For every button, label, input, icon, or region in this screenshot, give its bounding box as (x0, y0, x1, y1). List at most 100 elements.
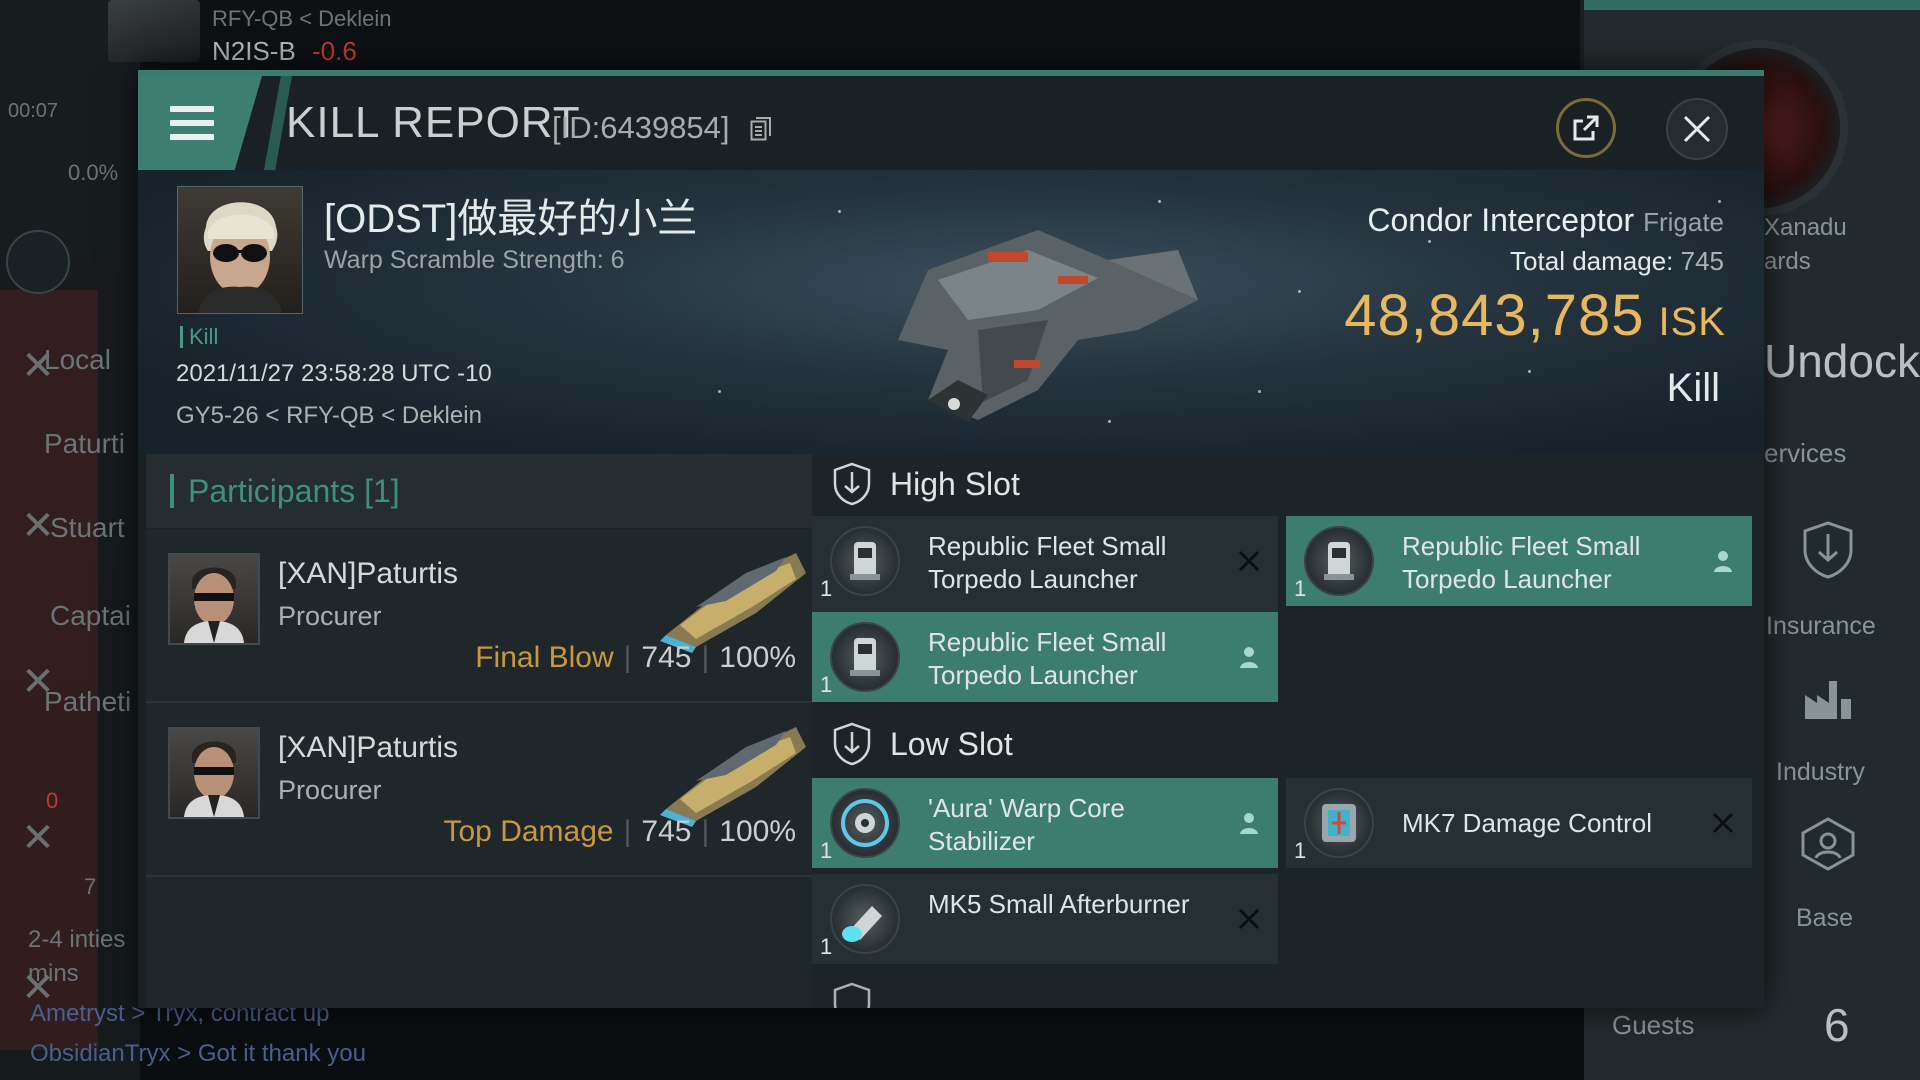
kill-location[interactable]: GY5-26 < RFY-QB < Deklein (176, 402, 482, 430)
participant-name[interactable]: [XAN]Paturtis (278, 731, 458, 765)
undock-button[interactable]: Undock (1764, 334, 1920, 388)
destroyed-icon (1234, 546, 1264, 576)
kill-timestamp: 2021/11/27 23:58:28 UTC -10 (176, 360, 492, 387)
close-icon: ✕ (21, 344, 55, 388)
low-slot-icon (833, 722, 871, 766)
isk-unit: ISK (1658, 300, 1726, 344)
dropped-person-icon (1234, 642, 1264, 672)
kill-tag: Kill (180, 326, 218, 348)
participant-damage: 745 (641, 641, 692, 674)
module-quantity: 1 (820, 838, 833, 863)
top-damage-tag: Top Damage (443, 815, 614, 848)
total-damage-value: 745 (1680, 246, 1724, 276)
victim-ship-render (778, 190, 1238, 450)
participant-portrait[interactable] (168, 727, 260, 819)
industry-button[interactable]: Industry (1776, 758, 1865, 787)
station-name: Xanadu (1764, 214, 1847, 241)
local-item-1: Paturti (44, 428, 125, 459)
insurance-button[interactable]: Insurance (1766, 612, 1876, 641)
location-pin-icon[interactable] (6, 230, 70, 294)
module-name: Republic Fleet Small Torpedo Launcher (928, 531, 1167, 594)
participant-row[interactable]: [XAN]Paturtis Procurer Top Damage | 745 | 10… (146, 703, 812, 877)
warp-core-stabilizer-icon (830, 788, 900, 858)
kill-report-window: KILL REPORT [ID:6439854] [ODST]做最好的小兰 Wa… (138, 70, 1764, 1008)
participants-panel: Participants [1] [XAN]Paturtis Procurer (146, 454, 812, 1008)
status-line-1: 2-4 inties (28, 926, 126, 953)
victim-header: [ODST]做最好的小兰 Warp Scramble Strength: 6 K… (138, 170, 1764, 454)
window-title: KILL REPORT (286, 98, 581, 147)
participant-percent: 100% (719, 815, 796, 848)
module-name: MK7 Damage Control (1402, 808, 1652, 838)
copy-icon[interactable] (750, 116, 772, 142)
participant-ship: Procurer (278, 601, 382, 631)
mid-slot-icon (833, 982, 871, 1008)
torpedo-launcher-icon (830, 622, 900, 692)
participant-stats: Top Damage | 745 | 100% (443, 815, 797, 848)
participant-row[interactable]: [XAN]Paturtis Procurer Final Blow | 745 | 10… (146, 529, 812, 703)
module-quantity: 1 (1294, 838, 1307, 863)
fitting-module[interactable]: 1 Republic Fleet Small Torpedo Launcher (1286, 516, 1752, 606)
fitting-module[interactable]: 1 MK5 Small Afterburner (812, 874, 1278, 964)
menu-button[interactable] (138, 76, 262, 170)
isk-value: 48,843,785 ISK (1344, 282, 1726, 349)
close-button[interactable] (1666, 98, 1728, 160)
game-clock: 00:07 (8, 100, 59, 122)
participant-damage: 745 (641, 815, 692, 848)
participant-percent: 100% (719, 641, 796, 674)
module-name: Republic Fleet Small Torpedo Launcher (1402, 531, 1641, 594)
total-damage: Total damage: 745 (1510, 246, 1724, 277)
current-system: N2IS-B (212, 36, 296, 66)
module-quantity: 1 (820, 576, 833, 601)
victim-name[interactable]: [ODST]做最好的小兰 (324, 186, 697, 244)
low-slot-header: Low Slot (832, 714, 1013, 774)
local-item-2: Stuart (50, 512, 125, 543)
neutral-count: 7 (84, 874, 97, 899)
participant-portrait[interactable] (168, 553, 260, 645)
factory-icon[interactable] (1798, 668, 1858, 728)
destroyed-icon (1708, 808, 1738, 838)
player-avatar[interactable] (108, 0, 200, 62)
high-slot-icon (833, 462, 871, 506)
participant-ship-render (656, 717, 806, 827)
dropped-person-icon (1234, 808, 1264, 838)
title-bar: KILL REPORT [ID:6439854] (138, 70, 1764, 170)
report-id: [ID:6439854] (552, 110, 730, 145)
fitting-module[interactable]: 1 Republic Fleet Small Torpedo Launcher (812, 516, 1278, 606)
module-name: Republic Fleet Small Torpedo Launcher (928, 627, 1167, 690)
participants-header: Participants [1] (146, 454, 812, 529)
chat-author[interactable]: ObsidianTryx (30, 1040, 170, 1067)
close-icon: ✕ (21, 816, 55, 860)
module-quantity: 1 (820, 934, 833, 959)
low-slot-label: Low Slot (890, 725, 1013, 762)
module-quantity: 1 (1294, 576, 1307, 601)
close-icon: ✕ (21, 504, 55, 548)
fitting-panel: High Slot 1 Republic Fleet Small Torpedo… (812, 454, 1764, 1008)
isk-amount: 48,843,785 (1344, 283, 1645, 348)
base-icon[interactable] (1798, 814, 1858, 874)
hostile-count: 0 (46, 788, 59, 813)
module-name: 'Aura' Warp Core Stabilizer (928, 793, 1125, 856)
fitting-module[interactable]: 1 'Aura' Warp Core Stabilizer (812, 778, 1278, 868)
chat-line: ObsidianTryx > Got it thank you (30, 1040, 366, 1067)
base-button[interactable]: Base (1796, 904, 1853, 933)
services-label: ervices (1764, 438, 1847, 468)
chat-author[interactable]: Ametryst (30, 1000, 125, 1027)
victim-ship-name[interactable]: Condor Interceptor Frigate (1367, 202, 1724, 239)
participant-name[interactable]: [XAN]Paturtis (278, 557, 458, 591)
kill-result: Kill (1666, 366, 1720, 410)
high-slot-label: High Slot (890, 465, 1020, 502)
victim-portrait[interactable] (177, 186, 303, 314)
participant-ship: Procurer (278, 775, 382, 805)
final-blow-tag: Final Blow (475, 641, 614, 674)
warp-scramble-strength: Warp Scramble Strength: 6 (324, 246, 625, 274)
afterburner-icon (830, 884, 900, 954)
fitting-module[interactable]: 1 MK7 Damage Control (1286, 778, 1752, 868)
shield-icon[interactable] (1798, 520, 1858, 580)
high-slot-header: High Slot (832, 454, 1020, 514)
status-line-2: mins (28, 960, 79, 987)
guests-label: Guests (1612, 1010, 1695, 1040)
share-button[interactable] (1556, 98, 1616, 158)
system-path: RFY-QB < Deklein (212, 6, 392, 31)
fitting-module[interactable]: 1 Republic Fleet Small Torpedo Launcher (812, 612, 1278, 702)
system-security: -0.6 (312, 36, 357, 66)
